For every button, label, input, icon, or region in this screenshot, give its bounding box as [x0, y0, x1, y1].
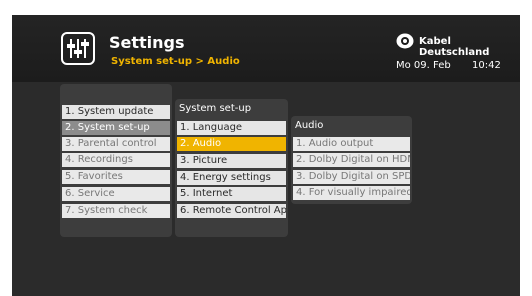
- breadcrumb: System set-up > Audio: [111, 56, 240, 67]
- menu-item-audio[interactable]: 2. Audio: [177, 137, 286, 151]
- audio-panel: Audio 1. Audio output 2. Dolby Digital o…: [291, 116, 412, 204]
- menu-item-audio-output[interactable]: 1. Audio output: [293, 137, 410, 151]
- menu-item-service[interactable]: 6. Service: [62, 187, 170, 201]
- system-setup-panel: System set-up 1. Language 2. Audio 3. Pi…: [175, 99, 288, 237]
- system-setup-header: System set-up: [179, 103, 252, 114]
- menu-item-internet[interactable]: 5. Internet: [177, 187, 286, 201]
- clock: 10:42: [472, 60, 501, 71]
- menu-item-recordings[interactable]: 4. Recordings: [62, 153, 170, 167]
- settings-equalizer-icon: [61, 32, 95, 65]
- brand-logo-icon: [396, 33, 414, 53]
- menu-item-dolby-spdif[interactable]: 3. Dolby Digital on SPDIF: [293, 170, 410, 184]
- page-title: Settings: [109, 33, 185, 52]
- audio-header: Audio: [295, 120, 324, 131]
- menu-item-visually-impaired[interactable]: 4. For visually impaired: [293, 186, 410, 200]
- menu-item-energy-settings[interactable]: 4. Energy settings: [177, 171, 286, 185]
- date-display: Mo 09. Feb: [396, 60, 451, 71]
- menu-item-system-update[interactable]: 1. System update: [62, 105, 170, 119]
- header-bar: Settings System set-up > Audio Kabel Deu…: [12, 15, 520, 82]
- menu-item-language[interactable]: 1. Language: [177, 121, 286, 135]
- tv-screen: Settings System set-up > Audio Kabel Deu…: [12, 15, 520, 296]
- menu-item-favorites[interactable]: 5. Favorites: [62, 170, 170, 184]
- main-menu-panel: 1. System update 2. System set-up 3. Par…: [60, 84, 172, 237]
- menu-item-picture[interactable]: 3. Picture: [177, 154, 286, 168]
- menu-item-remote-control-app[interactable]: 6. Remote Control App: [177, 204, 286, 218]
- menu-item-system-check[interactable]: 7. System check: [62, 204, 170, 218]
- menu-item-parental-control[interactable]: 3. Parental control: [62, 137, 170, 151]
- menu-item-system-setup[interactable]: 2. System set-up: [62, 121, 170, 135]
- menu-item-dolby-hdmi[interactable]: 2. Dolby Digital on HDMI: [293, 153, 410, 167]
- brand-name: Kabel Deutschland: [419, 36, 490, 58]
